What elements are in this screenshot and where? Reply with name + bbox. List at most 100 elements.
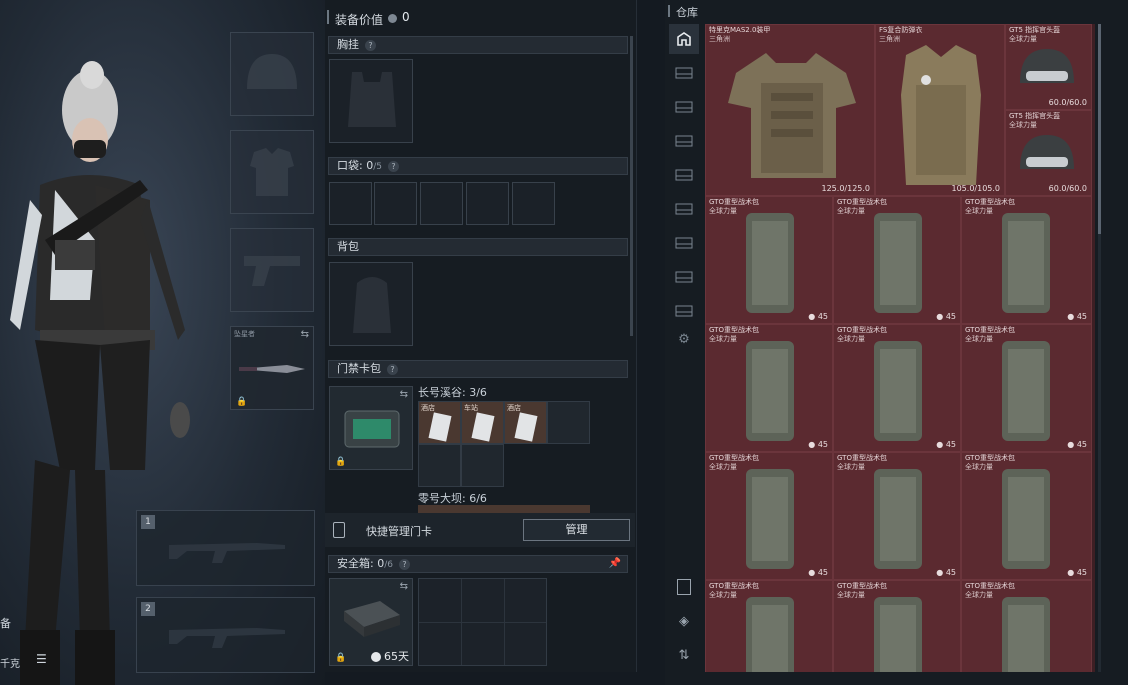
keycard-slot[interactable]: 车站	[461, 401, 504, 444]
swap-icon[interactable]: ⇆	[301, 329, 309, 340]
item-name: GTO重型战术包	[837, 454, 887, 462]
keycard-slot[interactable]	[547, 401, 590, 444]
item-count: ● 45	[936, 568, 956, 577]
warehouse-tab-home[interactable]	[669, 24, 699, 54]
warehouse-scrollbar[interactable]	[1098, 24, 1101, 672]
item-count: ● 45	[808, 568, 828, 577]
item-backpack[interactable]: GTO重型战术包 全球力量	[833, 580, 961, 672]
help-icon[interactable]: ?	[365, 39, 376, 51]
warehouse-tab-6[interactable]	[669, 194, 699, 224]
keycard-icon	[471, 412, 495, 442]
warehouse-tab-5[interactable]	[669, 160, 699, 190]
warehouse-tab-9[interactable]	[669, 296, 699, 326]
pocket-slot[interactable]	[420, 182, 463, 225]
side-text-weight: 千克	[0, 659, 20, 670]
backpack-item-icon	[1002, 341, 1050, 441]
item-backpack[interactable]: GTO重型战术包 全球力量	[705, 580, 833, 672]
chest-rig-label: 胸挂	[337, 38, 359, 51]
list-icon[interactable]: ☰	[36, 652, 47, 666]
help-icon[interactable]: ?	[387, 363, 398, 375]
item-name: GTO重型战术包	[965, 582, 1015, 590]
warehouse-scroll-thumb[interactable]	[1098, 24, 1101, 234]
warehouse-tool-3[interactable]: ⇅	[669, 640, 699, 670]
backpack-item-icon	[874, 469, 922, 569]
manage-button-label: 管理	[565, 523, 588, 536]
item-backpack[interactable]: GTO重型战术包 全球力量	[961, 580, 1092, 672]
weapon-slot-1[interactable]: 1	[136, 510, 315, 586]
layers-icon: ◈	[679, 613, 689, 629]
help-icon[interactable]: ?	[398, 558, 410, 570]
id-card-icon	[677, 579, 691, 595]
armor-slot[interactable]	[230, 130, 314, 214]
home-icon	[677, 32, 691, 46]
knife-icon	[239, 365, 305, 373]
pockets-total: /5	[373, 162, 382, 172]
manage-button[interactable]: 管理	[523, 519, 630, 541]
warehouse-settings[interactable]: ⚙	[669, 324, 699, 354]
secure-case-total: /6	[384, 560, 393, 570]
pocket-slot[interactable]	[329, 182, 372, 225]
secure-case-grid[interactable]	[418, 578, 547, 666]
chest-rig-slot[interactable]	[329, 59, 413, 143]
item-count: ● 45	[808, 440, 828, 449]
secure-case-label: 安全箱:	[337, 557, 374, 570]
warehouse-tab-2[interactable]	[669, 58, 699, 88]
helmet-item-icon	[1020, 135, 1074, 169]
backpack-item-icon	[874, 597, 922, 672]
item-backpack[interactable]: GTO重型战术包 全球力量 ● 45	[961, 452, 1092, 580]
melee-slot[interactable]: 坠星者 ⇆ 🔒	[230, 326, 314, 410]
item-name: GTO重型战术包	[837, 198, 887, 206]
keycard-slot[interactable]	[461, 444, 504, 487]
keycard-case-slot[interactable]: ⇆ 🔒	[329, 386, 413, 470]
backpack-item-icon	[874, 341, 922, 441]
item-sub: 全球力量	[965, 207, 993, 215]
item-name: GTO重型战术包	[709, 454, 759, 462]
warehouse-tab-3[interactable]	[669, 92, 699, 122]
weapon-slot-number: 1	[141, 515, 155, 529]
help-icon[interactable]: ?	[387, 160, 399, 172]
item-armor-mas[interactable]: 特里克MAS2.0装甲 三角洲 125.0/125.0	[705, 24, 875, 196]
keycard-row-partial	[418, 505, 590, 513]
swap-icon[interactable]: ⇆	[400, 389, 408, 400]
warehouse-tab-8[interactable]	[669, 262, 699, 292]
swap-icon[interactable]: ⇆	[400, 581, 408, 592]
item-backpack[interactable]: GTO重型战术包 全球力量 ● 45	[833, 452, 961, 580]
item-backpack[interactable]: GTO重型战术包 全球力量 ● 45	[833, 324, 961, 452]
item-helmet-gt5[interactable]: GT5 指挥官头盔 全球力量 60.0/60.0	[1005, 24, 1092, 110]
warehouse-tab-4[interactable]	[669, 126, 699, 156]
pocket-slot[interactable]	[466, 182, 509, 225]
warehouse-grid: 特里克MAS2.0装甲 三角洲 125.0/125.0 FS复合防弹衣 三角洲 …	[705, 24, 1095, 672]
item-backpack[interactable]: GTO重型战术包 全球力量 ● 45	[705, 452, 833, 580]
backpack-label: 背包	[337, 240, 359, 253]
item-backpack[interactable]: GTO重型战术包 全球力量 ● 45	[961, 196, 1092, 324]
pin-icon[interactable]: 📌	[609, 556, 621, 572]
weapon-slot-2[interactable]: 2	[136, 597, 315, 673]
armor-icon	[250, 148, 294, 196]
keycard-manage-icon	[333, 522, 345, 538]
item-backpack[interactable]: GTO重型战术包 全球力量 ● 45	[705, 324, 833, 452]
item-armor-fs[interactable]: FS复合防弹衣 三角洲 105.0/105.0	[875, 24, 1005, 196]
secure-case-slot[interactable]: ⇆ 🔒 65天	[329, 578, 413, 666]
item-backpack[interactable]: GTO重型战术包 全球力量 ● 45	[833, 196, 961, 324]
warehouse-tool-1[interactable]	[669, 572, 699, 602]
item-name: GTO重型战术包	[965, 454, 1015, 462]
pistol-slot[interactable]	[230, 228, 314, 312]
backpack-slot[interactable]	[329, 262, 413, 346]
keycard-slot[interactable]: 酒店	[418, 401, 461, 444]
item-backpack[interactable]: GTO重型战术包 全球力量 ● 45	[961, 324, 1092, 452]
item-backpack[interactable]: GTO重型战术包 全球力量 ● 45	[705, 196, 833, 324]
item-sub: 全球力量	[965, 335, 993, 343]
keycard-slot[interactable]: 酒店	[504, 401, 547, 444]
keycard-slot[interactable]	[418, 444, 461, 487]
helmet-slot[interactable]	[230, 32, 314, 116]
warehouse-tab-7[interactable]	[669, 228, 699, 258]
item-count: ● 45	[808, 312, 828, 321]
pocket-slot[interactable]	[512, 182, 555, 225]
item-name: GTO重型战术包	[965, 198, 1015, 206]
warehouse-tool-2[interactable]: ◈	[669, 606, 699, 636]
pocket-slot[interactable]	[374, 182, 417, 225]
equipment-panel: 装备价值 0 胸挂? 口袋: 0/5? 背包 门禁卡包? ⇆ �	[325, 0, 637, 672]
item-helmet-gt5[interactable]: GT5 指挥官头盔 全球力量 60.0/60.0	[1005, 110, 1092, 196]
equipment-scrollbar[interactable]	[630, 36, 633, 336]
keycard-group-label: 长号溪谷: 3/6	[418, 386, 487, 399]
